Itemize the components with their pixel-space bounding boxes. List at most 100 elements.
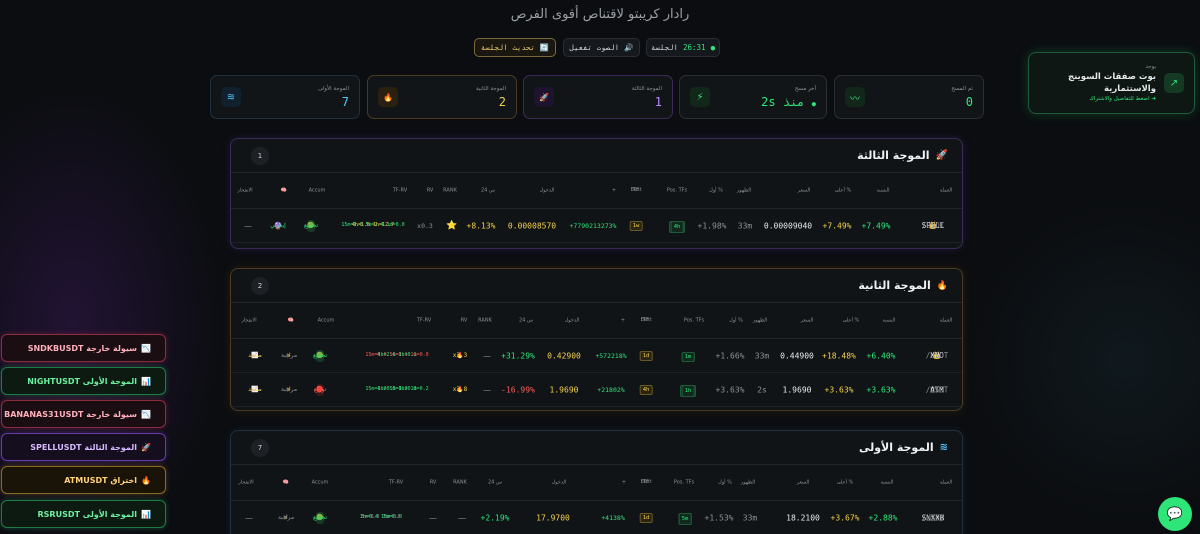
tfrv-line2: 4h=1.6 1h=12.7 <box>351 222 395 228</box>
coin-quote: /USDT <box>921 513 945 522</box>
accum-badge: 🔴 توزيع <box>313 383 327 396</box>
col-explode: الانفجار <box>238 479 254 485</box>
tf-chip: 4h <box>670 220 684 233</box>
brain-label: إيجابي <box>270 221 286 229</box>
bar-chart-icon: 📊 <box>141 509 151 519</box>
tfrv-line2: 4h=0.5 1h=0.3 <box>377 386 417 392</box>
h24-value: +31.29% <box>501 351 535 360</box>
first-value: +1.98% <box>697 221 727 230</box>
plus-value: +572218% <box>595 351 627 360</box>
rv-value: — <box>429 513 437 522</box>
col-entry: الدخول <box>539 187 555 193</box>
promo-title-1: بوت صفقات السوينج <box>1067 72 1156 82</box>
rv-value: x3.3 <box>452 351 468 359</box>
accum-badge: 🟢 تجميع <box>312 511 328 524</box>
entry-value: 1.9690 <box>549 385 579 394</box>
plus-value: +21802% <box>597 385 625 394</box>
col-high: أعلى % <box>836 479 854 485</box>
entry-value: 0.00008570 <box>507 221 557 230</box>
wave-title: الموجة الثانية <box>858 279 931 292</box>
ratio-value: +6.40% <box>866 351 896 360</box>
brain-icon: 🧠 <box>280 187 288 193</box>
table-row[interactable]: SNXXB/USDT +2.88% +3.67% 18.2100 33m +1.… <box>231 501 962 534</box>
wave-count: 1 <box>251 146 269 165</box>
fire-icon: 🔥 <box>141 475 151 485</box>
alert-text: BANANAS31USDT سيولة خارجة <box>4 409 138 419</box>
col-ratio: النسبة <box>880 479 894 485</box>
h24-value: +8.13% <box>466 221 496 230</box>
sound-toggle-button[interactable]: الصوت تفعيل 🔊 <box>563 38 640 57</box>
col-tf-rv: TF-RV <box>388 479 404 485</box>
appear-value: 33m <box>754 351 770 360</box>
stat-value: 0 <box>965 94 973 109</box>
table-header: العملة النسبة أعلى % السعر الظهور أول % … <box>231 173 962 209</box>
alert-toast[interactable]: RSRUSDT الموجة الأولى 📊 <box>1 500 166 528</box>
promo-small: يوجد <box>1145 64 1156 70</box>
bar-chart-icon: 📊 <box>141 376 151 386</box>
stat-value: 2s منذ ● <box>761 95 816 109</box>
stat-scanned: تم المسح 0 〰 <box>834 75 984 119</box>
stat-label: الموجة الثالثة <box>631 85 662 92</box>
table-row[interactable]: 👑 XNO/USDT +6.40% +18.48% 0.44900 33m +1.… <box>231 339 962 373</box>
rank-value: — <box>483 351 491 360</box>
brain-icon: 🧠 <box>287 317 295 323</box>
table-header: العملة النسبة أعلى % السعر الظهور أول % … <box>231 303 962 339</box>
alert-toast[interactable]: NIGHTUSDT الموجة الأولى 📊 <box>1 367 166 395</box>
col-pos-tfs: Pos. TFs <box>683 317 705 323</box>
accum-label: توزيع <box>313 385 327 393</box>
tfrv-line2: 1h=0.4 15m=0.0 <box>359 514 403 520</box>
col-accum: Accum <box>311 479 329 485</box>
refresh-session-button[interactable]: تحديث الجلسة 🔄 <box>474 38 556 57</box>
col-ratio: النسبة <box>882 317 896 323</box>
coin-quote: /USDT <box>925 351 949 360</box>
col-rv: RV <box>426 187 434 193</box>
stat-label: الموجة الثانية <box>475 85 506 92</box>
wave-count: 2 <box>251 276 269 295</box>
stat-wave2: الموجة الثانية 2 🔥 <box>367 75 517 119</box>
promo-link[interactable]: اضغط للتفاصيل والاشتراك ➜ <box>1068 96 1156 102</box>
alert-toast[interactable]: SNDKBUSDT سيولة خارجة 📉 <box>1 334 166 362</box>
col-tf-rv: TF-RV <box>392 187 408 193</box>
alert-toast[interactable]: BANANAS31USDT سيولة خارجة 📉 <box>1 400 166 428</box>
table-row[interactable]: ATM/USDT +3.63% +3.63% 1.9690 2s +3.63% … <box>231 373 962 407</box>
tf-chip: 1h <box>681 384 695 397</box>
rv-value: x0.3 <box>417 221 433 230</box>
refresh-label: تحديث الجلسة <box>480 43 535 52</box>
brain-label: مراقبة <box>280 385 298 393</box>
rocket-icon: 🚀 <box>141 442 151 452</box>
entry-value: 0.42900 <box>547 351 581 360</box>
col-coin: العملة <box>939 479 953 485</box>
chat-button[interactable]: 💬 <box>1158 497 1192 531</box>
stat-label: آخر مسح <box>794 85 816 92</box>
col-plus: + <box>620 317 626 323</box>
promo-card[interactable]: ↗ يوجد بوت صفقات السوينج والاستثمارية اض… <box>1028 52 1195 114</box>
best-tf-tag: 1d <box>639 350 653 361</box>
star-icon: ⭐ <box>446 220 458 231</box>
ratio-value: +3.63% <box>866 385 896 394</box>
col-first: أول % <box>718 479 732 485</box>
alert-toast[interactable]: ATMUSDT اختراق 🔥 <box>1 466 166 494</box>
plus-value: +4138% <box>601 513 625 522</box>
brain-label: مراقبة <box>280 351 298 359</box>
stat-label: الموجة الأولى <box>318 85 349 92</box>
fire-icon: 🔥 <box>378 87 398 107</box>
col-ratio: النسبة <box>876 187 890 193</box>
rocket-icon: 🚀 <box>935 150 948 161</box>
brain-icon: 🧠 <box>282 479 290 485</box>
rank-value: — <box>458 513 466 522</box>
price-value: 1.9690 <box>782 385 812 394</box>
high-value: +18.48% <box>822 351 856 360</box>
stat-value: 7 <box>341 94 349 109</box>
col-appear: الظهور <box>740 479 756 485</box>
accum-label: تجميع <box>312 351 328 359</box>
pulse-icon: 〰 <box>845 87 865 107</box>
table-row[interactable]: 👑 SPELL/USDT +7.49% +7.49% 0.00009040 33m… <box>231 209 962 243</box>
accum-label: تجميع <box>303 221 319 229</box>
col-high: أعلى % <box>842 317 860 323</box>
alert-text: SNDKBUSDT سيولة خارجة <box>27 343 138 353</box>
col-explode: الانفجار <box>241 317 257 323</box>
alert-toast[interactable]: SPELLUSDT الموجة الثالثة 🚀 <box>1 433 166 461</box>
sound-label: الصوت تفعيل <box>569 43 620 52</box>
brain-label: مراقبة <box>277 513 295 521</box>
accum-label: تجميع <box>312 513 328 521</box>
